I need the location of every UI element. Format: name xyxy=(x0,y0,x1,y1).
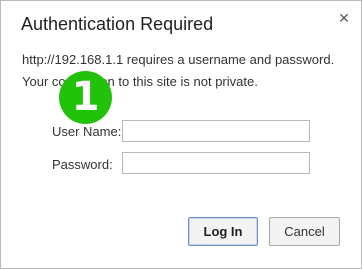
cancel-button[interactable]: Cancel xyxy=(269,217,340,246)
username-label: User Name: xyxy=(52,124,122,139)
dialog-title: Authentication Required xyxy=(21,14,214,34)
auth-message-url: http://192.168.1.1 requires a username a… xyxy=(22,52,335,67)
close-icon[interactable]: ✕ xyxy=(335,9,353,27)
auth-message-private: Your connection to this site is not priv… xyxy=(22,74,258,89)
password-label: Password: xyxy=(52,157,113,172)
auth-dialog: Authentication Required ✕ http://192.168… xyxy=(0,0,362,269)
login-button[interactable]: Log In xyxy=(188,217,258,246)
password-field[interactable] xyxy=(122,152,310,174)
username-field[interactable] xyxy=(122,120,310,142)
step-number-badge: 1 xyxy=(59,71,112,124)
